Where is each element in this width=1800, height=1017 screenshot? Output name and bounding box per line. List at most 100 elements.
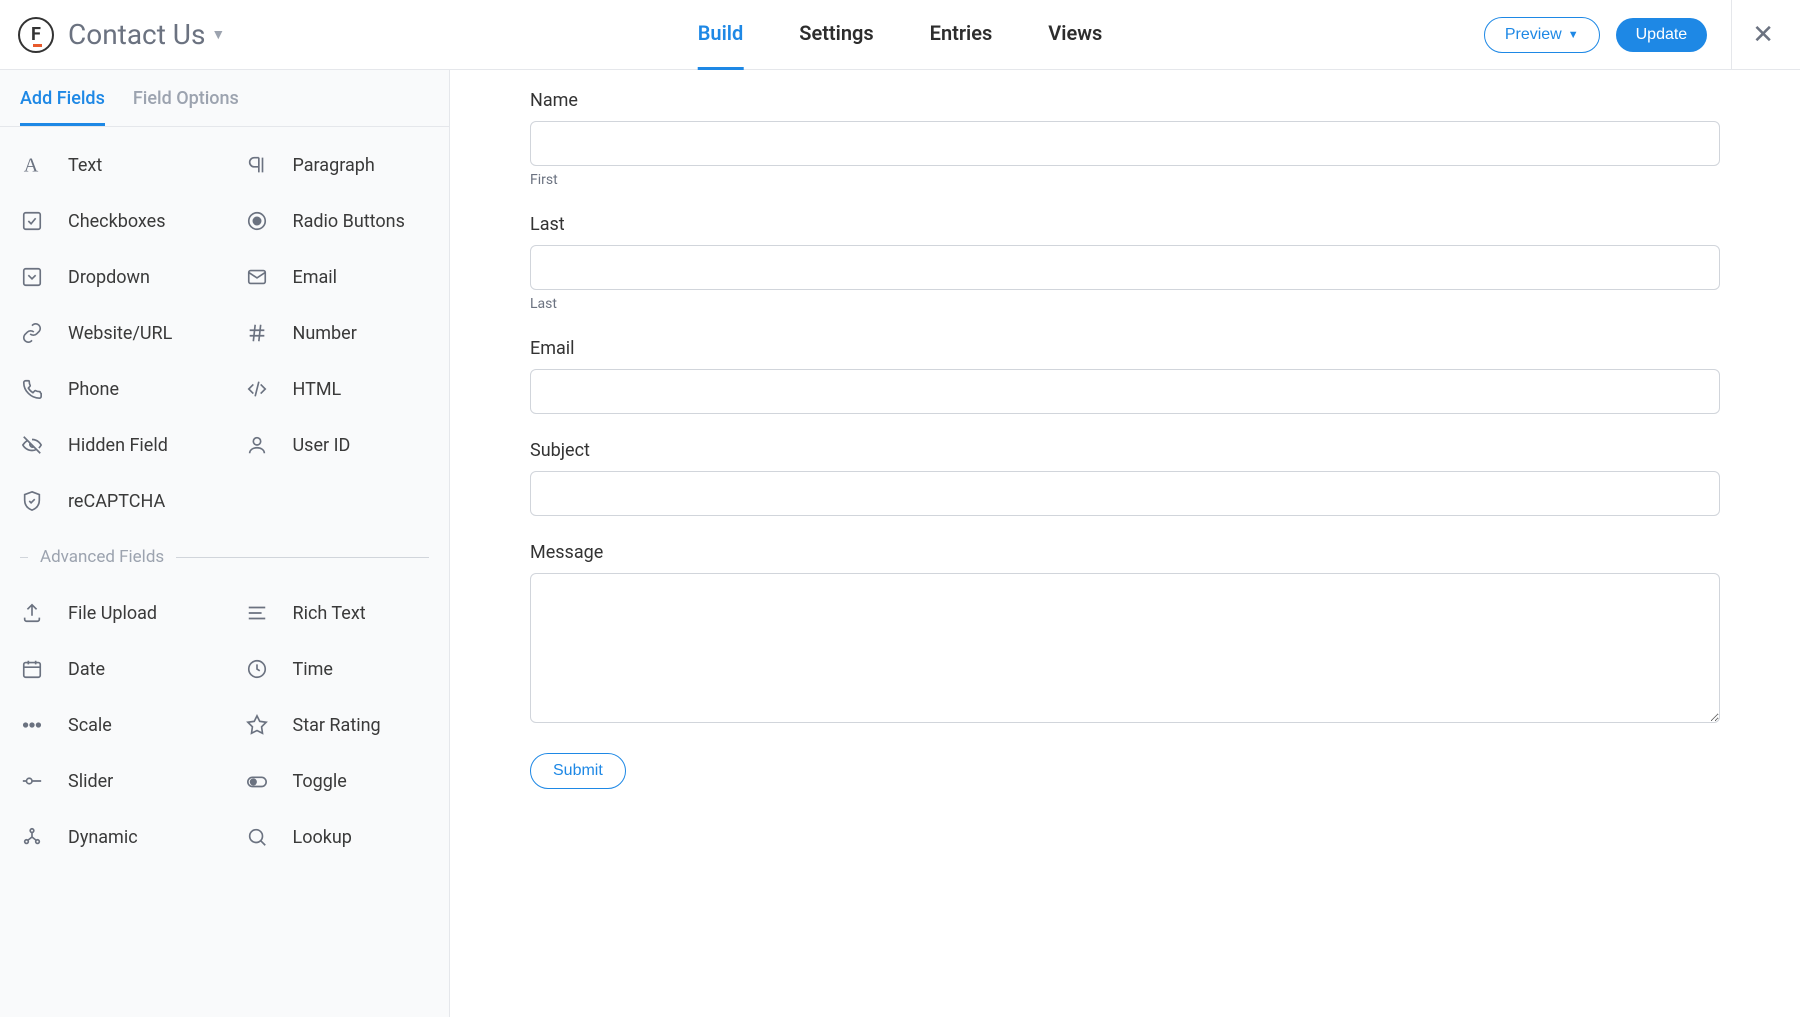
form-field[interactable]: Name First bbox=[530, 90, 1720, 188]
field-sublabel: Last bbox=[530, 296, 1720, 312]
field-type-label: Toggle bbox=[293, 771, 347, 792]
user-icon bbox=[245, 433, 269, 457]
search-icon bbox=[245, 825, 269, 849]
field-type-time[interactable]: Time bbox=[225, 641, 450, 697]
field-type-label: Rich Text bbox=[293, 603, 366, 624]
field-type-radio[interactable]: Radio Buttons bbox=[225, 193, 450, 249]
field-type-label: User ID bbox=[293, 435, 351, 456]
field-type-label: Email bbox=[293, 267, 338, 288]
text-icon bbox=[20, 153, 44, 177]
form-field[interactable]: LastLast bbox=[530, 214, 1720, 312]
field-label: Subject bbox=[530, 440, 1720, 461]
tab-settings[interactable]: Settings bbox=[799, 0, 873, 70]
advanced-fields-header: Advanced Fields bbox=[0, 539, 449, 575]
submit-button[interactable]: Submit bbox=[530, 753, 626, 789]
field-type-text[interactable]: Text bbox=[0, 137, 225, 193]
field-type-label: Dropdown bbox=[68, 267, 150, 288]
sidebar: Add Fields Field Options Text Paragraph Ch… bbox=[0, 70, 450, 1017]
app-logo-icon[interactable]: F bbox=[18, 17, 54, 53]
field-type-label: Time bbox=[293, 659, 333, 680]
field-type-upload[interactable]: File Upload bbox=[0, 585, 225, 641]
phone-icon bbox=[20, 377, 44, 401]
date-icon bbox=[20, 657, 44, 681]
field-type-label: File Upload bbox=[68, 603, 157, 624]
toggle-icon bbox=[245, 769, 269, 793]
field-type-search[interactable]: Lookup bbox=[225, 809, 450, 865]
field-type-paragraph[interactable]: Paragraph bbox=[225, 137, 450, 193]
field-type-hidden[interactable]: Hidden Field bbox=[0, 417, 225, 473]
field-type-phone[interactable]: Phone bbox=[0, 361, 225, 417]
form-title-dropdown[interactable]: Contact Us ▼ bbox=[68, 18, 225, 51]
field-type-label: Paragraph bbox=[293, 155, 375, 176]
main-tabs: Build Settings Entries Views bbox=[698, 0, 1103, 70]
field-type-email[interactable]: Email bbox=[225, 249, 450, 305]
field-type-hash[interactable]: Number bbox=[225, 305, 450, 361]
field-sublabel: First bbox=[530, 172, 1720, 188]
field-input[interactable] bbox=[530, 573, 1720, 723]
field-type-label: Phone bbox=[68, 379, 119, 400]
field-type-link[interactable]: Website/URL bbox=[0, 305, 225, 361]
advanced-fields-grid: File Upload Rich Text Date Time Scale Star Ra… bbox=[0, 575, 449, 875]
dynamic-icon bbox=[20, 825, 44, 849]
field-type-label: HTML bbox=[293, 379, 342, 400]
caret-down-icon: ▼ bbox=[1568, 29, 1579, 41]
field-type-label: Scale bbox=[68, 715, 112, 736]
richtext-icon bbox=[245, 601, 269, 625]
field-type-code[interactable]: HTML bbox=[225, 361, 450, 417]
form-field[interactable]: Message bbox=[530, 542, 1720, 727]
field-label: Message bbox=[530, 542, 1720, 563]
field-type-label: Dynamic bbox=[68, 827, 138, 848]
field-type-user[interactable]: User ID bbox=[225, 417, 450, 473]
field-type-dynamic[interactable]: Dynamic bbox=[0, 809, 225, 865]
field-input[interactable] bbox=[530, 245, 1720, 290]
field-label: Email bbox=[530, 338, 1720, 359]
field-type-shield[interactable]: reCAPTCHA bbox=[0, 473, 225, 529]
star-icon bbox=[245, 713, 269, 737]
basic-fields-grid: Text Paragraph Checkboxes Radio Buttons Drop… bbox=[0, 127, 449, 539]
field-type-slider[interactable]: Slider bbox=[0, 753, 225, 809]
hash-icon bbox=[245, 321, 269, 345]
field-label: Name bbox=[530, 90, 1720, 111]
form-field[interactable]: Email bbox=[530, 338, 1720, 414]
upload-icon bbox=[20, 601, 44, 625]
field-type-label: Hidden Field bbox=[68, 435, 168, 456]
top-bar: F Contact Us ▼ Build Settings Entries Vi… bbox=[0, 0, 1800, 70]
field-input[interactable] bbox=[530, 471, 1720, 516]
update-button[interactable]: Update bbox=[1616, 18, 1708, 52]
field-type-scale[interactable]: Scale bbox=[0, 697, 225, 753]
time-icon bbox=[245, 657, 269, 681]
radio-icon bbox=[245, 209, 269, 233]
field-type-checkbox[interactable]: Checkboxes bbox=[0, 193, 225, 249]
field-type-label: Checkboxes bbox=[68, 211, 166, 232]
close-icon: ✕ bbox=[1752, 20, 1774, 50]
tab-add-fields[interactable]: Add Fields bbox=[20, 70, 105, 126]
form-field[interactable]: Subject bbox=[530, 440, 1720, 516]
field-input[interactable] bbox=[530, 121, 1720, 166]
tab-entries[interactable]: Entries bbox=[930, 0, 993, 70]
paragraph-icon bbox=[245, 153, 269, 177]
link-icon bbox=[20, 321, 44, 345]
field-type-toggle[interactable]: Toggle bbox=[225, 753, 450, 809]
field-type-label: Date bbox=[68, 659, 105, 680]
field-type-star[interactable]: Star Rating bbox=[225, 697, 450, 753]
tab-field-options[interactable]: Field Options bbox=[133, 70, 239, 126]
field-input[interactable] bbox=[530, 369, 1720, 414]
tab-views[interactable]: Views bbox=[1048, 0, 1102, 70]
field-type-label: Website/URL bbox=[68, 323, 172, 344]
dropdown-icon bbox=[20, 265, 44, 289]
preview-button[interactable]: Preview ▼ bbox=[1484, 17, 1600, 53]
preview-button-label: Preview bbox=[1505, 26, 1562, 44]
field-type-dropdown[interactable]: Dropdown bbox=[0, 249, 225, 305]
tab-build[interactable]: Build bbox=[698, 0, 744, 70]
chevron-down-icon: ▼ bbox=[211, 26, 225, 43]
field-type-date[interactable]: Date bbox=[0, 641, 225, 697]
form-canvas: Name First LastLast Email Subject Message Sub… bbox=[450, 70, 1800, 1017]
field-type-label: Text bbox=[68, 155, 102, 176]
shield-icon bbox=[20, 489, 44, 513]
email-icon bbox=[245, 265, 269, 289]
slider-icon bbox=[20, 769, 44, 793]
hidden-icon bbox=[20, 433, 44, 457]
field-type-label: Lookup bbox=[293, 827, 352, 848]
field-type-richtext[interactable]: Rich Text bbox=[225, 585, 450, 641]
close-button[interactable]: ✕ bbox=[1731, 0, 1782, 70]
